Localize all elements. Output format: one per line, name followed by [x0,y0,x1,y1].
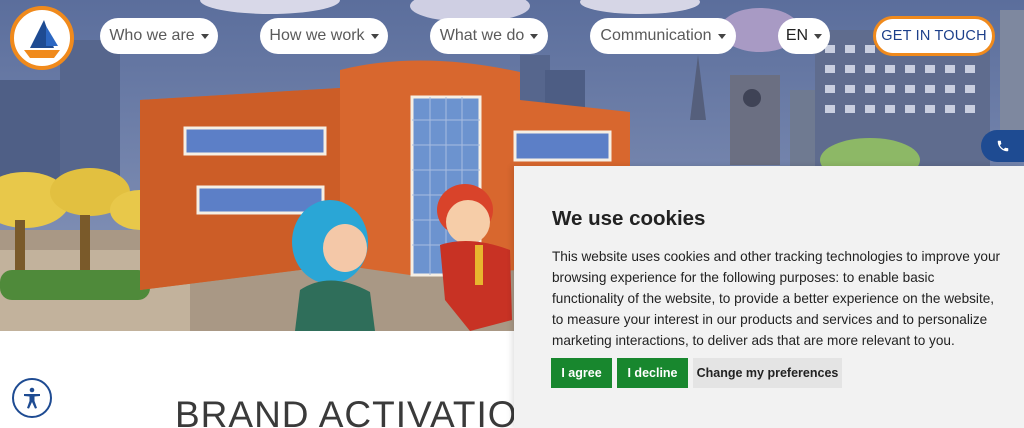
phone-button[interactable] [981,130,1024,162]
change-preferences-button[interactable]: Change my preferences [693,358,842,388]
nav-who-we-are[interactable]: Who we are [100,18,218,54]
nav-label: How we work [269,27,365,44]
phone-icon [997,140,1008,152]
cookie-title: We use cookies [552,207,706,230]
caret-down-icon [530,34,539,39]
caret-down-icon [717,34,726,39]
cookie-consent-panel: We use cookies This website uses cookies… [514,166,1024,428]
nav-communication[interactable]: Communication [590,18,736,54]
nav-how-we-work[interactable]: How we work [260,18,388,54]
accessibility-button[interactable] [12,378,52,418]
decline-button[interactable]: I decline [617,358,688,388]
language-label: EN [785,27,809,44]
caret-down-icon [814,34,823,39]
page-title: BRAND ACTIVATION [175,394,546,428]
nav-label: Communication [600,27,712,44]
logo-icon[interactable] [10,6,74,70]
agree-button[interactable]: I agree [551,358,612,388]
language-selector[interactable]: EN [778,18,830,54]
nav-label: Who we are [109,27,195,44]
nav-what-we-do[interactable]: What we do [430,18,548,54]
caret-down-icon [200,34,209,39]
cookie-description: This website uses cookies and other trac… [552,249,1001,348]
get-in-touch-button[interactable]: GET IN TOUCH [873,16,995,56]
accessibility-icon [24,387,40,409]
nav-label: What we do [439,27,525,44]
caret-down-icon [370,34,379,39]
